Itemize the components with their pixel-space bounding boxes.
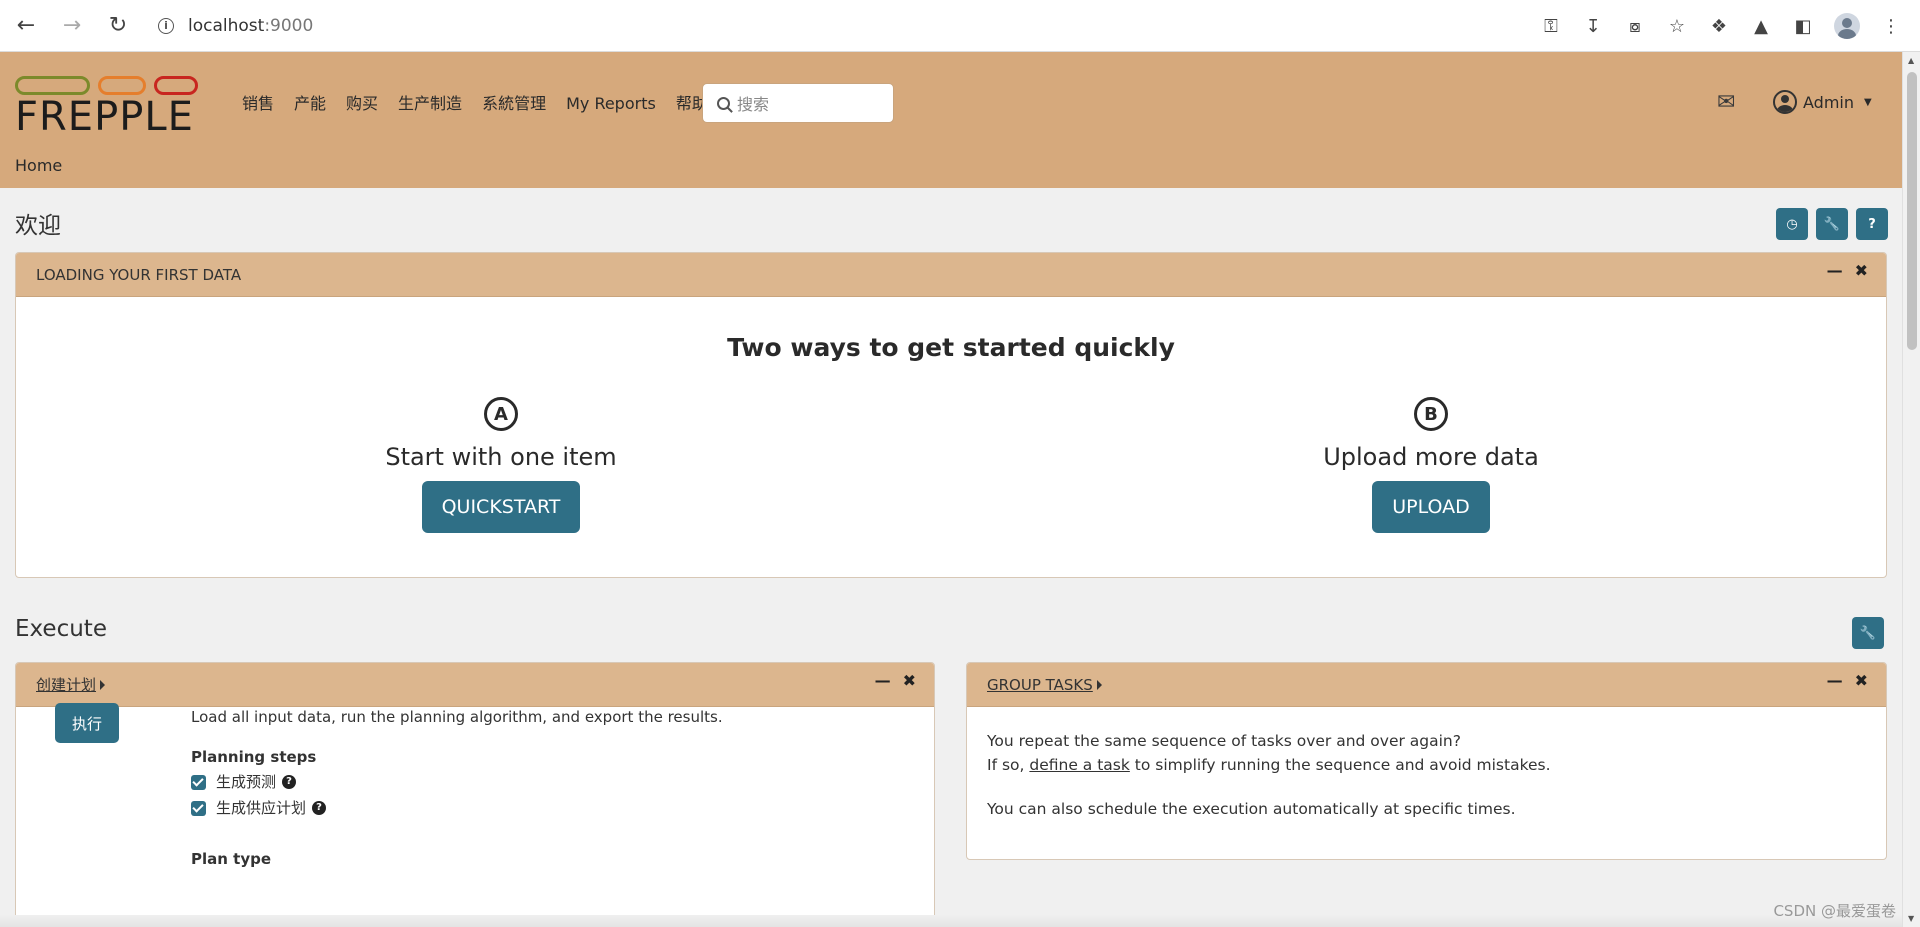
bottom-shadow bbox=[0, 915, 1902, 927]
loading-data-panel: LOADING YOUR FIRST DATA — ✖ Two ways to … bbox=[15, 252, 1887, 578]
quickstart-button[interactable]: QUICKSTART bbox=[421, 481, 581, 533]
letter-b-circle-icon: B bbox=[1414, 397, 1448, 431]
group-tasks-text: You repeat the same sequence of tasks ov… bbox=[987, 729, 1551, 821]
step-supply-label: 生成供应计划 bbox=[216, 799, 307, 817]
execute-toolbar: 🔧 bbox=[1852, 617, 1884, 649]
menu-capacity[interactable]: 产能 bbox=[284, 90, 336, 118]
url-host: localhost bbox=[188, 15, 265, 36]
clock-icon[interactable]: ◷ bbox=[1776, 208, 1808, 240]
chevron-down-icon: ▼ bbox=[1864, 96, 1872, 108]
panel-header: LOADING YOUR FIRST DATA — ✖ bbox=[16, 253, 1886, 297]
main-menu: 销售 产能 购买 生产制造 系統管理 My Reports 帮助 bbox=[232, 90, 718, 118]
search-input[interactable]: 搜索 bbox=[702, 83, 894, 123]
step-forecast[interactable]: 生成预测 ? bbox=[191, 769, 723, 795]
watermark: CSDN @最爱蛋卷 bbox=[1773, 902, 1896, 920]
logo-text: FREPPLE bbox=[15, 94, 194, 140]
option-b: B Upload more data UPLOAD bbox=[1231, 397, 1631, 533]
back-arrow-icon[interactable]: ← bbox=[6, 6, 46, 46]
page-scrollbar[interactable]: ▲ ▼ bbox=[1902, 52, 1920, 927]
forward-arrow-icon[interactable]: → bbox=[52, 6, 92, 46]
create-plan-link[interactable]: 创建计划 bbox=[36, 674, 96, 695]
letter-a-circle-icon: A bbox=[484, 397, 518, 431]
inbox-envelope-icon[interactable]: ✉ bbox=[1717, 90, 1743, 116]
step-supply-plan[interactable]: 生成供应计划 ? bbox=[191, 795, 723, 821]
menu-admin[interactable]: 系統管理 bbox=[472, 90, 556, 118]
extensions-puzzle-icon[interactable]: ❖ bbox=[1708, 15, 1730, 37]
plan-description-block: Load all input data, run the planning al… bbox=[191, 705, 723, 871]
caret-right-icon bbox=[100, 679, 106, 690]
search-icon bbox=[717, 96, 730, 110]
execute-heading: Execute bbox=[15, 616, 107, 642]
panel-header: GROUP TASKS — ✖ bbox=[967, 663, 1886, 707]
group-line-2-pre: If so, bbox=[987, 756, 1030, 774]
get-started-headline: Two ways to get started quickly bbox=[727, 333, 1175, 362]
search-placeholder: 搜索 bbox=[737, 95, 770, 114]
user-menu[interactable]: Admin ▼ bbox=[1773, 90, 1872, 114]
profile-avatar-icon[interactable] bbox=[1834, 13, 1860, 39]
labs-flask-icon[interactable]: ▲ bbox=[1750, 15, 1772, 37]
create-plan-panel: 创建计划 — ✖ 执行 Load all input data, run the… bbox=[15, 662, 935, 927]
help-question-icon[interactable]: ? bbox=[312, 801, 327, 815]
upload-button[interactable]: UPLOAD bbox=[1372, 481, 1490, 533]
plan-type-label: Plan type bbox=[191, 850, 272, 868]
reload-icon[interactable]: ↻ bbox=[98, 6, 138, 46]
user-name: Admin bbox=[1803, 92, 1854, 112]
side-panel-icon[interactable]: ◧ bbox=[1792, 15, 1814, 37]
caret-right-icon bbox=[1096, 679, 1102, 690]
scroll-up-icon[interactable]: ▲ bbox=[1908, 56, 1914, 65]
welcome-heading: 欢迎 bbox=[15, 213, 61, 239]
minimize-icon[interactable]: — bbox=[1827, 261, 1843, 280]
panel-header: 创建计划 — ✖ bbox=[16, 663, 934, 707]
browser-menu-icon[interactable]: ⋮ bbox=[1880, 15, 1902, 37]
install-icon[interactable]: ↧ bbox=[1582, 15, 1604, 37]
define-task-link[interactable]: define a task bbox=[1029, 756, 1129, 774]
group-line-3: You can also schedule the execution auto… bbox=[987, 800, 1516, 818]
group-line-2: If so, define a task to simplify running… bbox=[987, 753, 1551, 777]
minimize-icon[interactable]: — bbox=[875, 671, 891, 690]
scrollbar-thumb[interactable] bbox=[1907, 72, 1917, 350]
menu-my-reports[interactable]: My Reports bbox=[556, 90, 666, 118]
menu-purchasing[interactable]: 购买 bbox=[336, 90, 388, 118]
checkbox-checked[interactable] bbox=[191, 774, 206, 790]
address-bar[interactable]: i localhost:9000 bbox=[158, 16, 313, 36]
breadcrumb[interactable]: Home bbox=[15, 156, 62, 175]
close-icon[interactable]: ✖ bbox=[903, 671, 916, 690]
plan-description: Load all input data, run the planning al… bbox=[191, 708, 723, 726]
help-question-icon[interactable]: ? bbox=[282, 775, 297, 789]
frepple-logo[interactable]: FREPPLE bbox=[15, 76, 201, 140]
option-a-title: Start with one item bbox=[385, 443, 617, 471]
site-info-icon[interactable]: i bbox=[158, 17, 174, 34]
help-question-icon[interactable]: ? bbox=[1856, 208, 1888, 240]
checkbox-checked[interactable] bbox=[191, 800, 206, 816]
browser-toolbar: ← → ↻ i localhost:9000 ⚿ ↧ ⧇ ☆ ❖ ▲ ◧ ⋮ bbox=[0, 0, 1920, 52]
menu-sales[interactable]: 销售 bbox=[232, 90, 284, 118]
app-header: FREPPLE 销售 产能 购买 生产制造 系統管理 My Reports 帮助… bbox=[0, 52, 1902, 188]
step-forecast-label: 生成预测 bbox=[216, 773, 277, 791]
scroll-down-icon[interactable]: ▼ bbox=[1908, 914, 1914, 923]
wrench-icon[interactable]: 🔧 bbox=[1816, 208, 1848, 240]
minimize-icon[interactable]: — bbox=[1827, 671, 1843, 690]
planning-steps-label: Planning steps bbox=[191, 748, 317, 766]
option-b-title: Upload more data bbox=[1323, 443, 1539, 471]
welcome-toolbar: ◷ 🔧 ? bbox=[1776, 208, 1888, 240]
key-icon[interactable]: ⚿ bbox=[1540, 15, 1562, 37]
url-port: :9000 bbox=[264, 15, 314, 36]
user-circle-icon bbox=[1773, 90, 1797, 114]
close-icon[interactable]: ✖ bbox=[1855, 261, 1868, 280]
group-line-1: You repeat the same sequence of tasks ov… bbox=[987, 732, 1461, 750]
option-a: A Start with one item QUICKSTART bbox=[301, 397, 701, 533]
run-plan-button[interactable]: 执行 bbox=[55, 703, 119, 743]
bookmark-star-icon[interactable]: ☆ bbox=[1666, 15, 1688, 37]
menu-manufacturing[interactable]: 生产制造 bbox=[388, 90, 472, 118]
panel-title: LOADING YOUR FIRST DATA bbox=[36, 265, 242, 284]
wrench-icon[interactable]: 🔧 bbox=[1852, 617, 1884, 649]
logo-pill-orange bbox=[98, 76, 146, 95]
logo-pill-red bbox=[154, 76, 198, 95]
logo-pill-green bbox=[15, 76, 90, 95]
group-tasks-link[interactable]: GROUP TASKS bbox=[987, 676, 1093, 694]
group-line-2-post: to simplify running the sequence and avo… bbox=[1129, 756, 1551, 774]
share-icon[interactable]: ⧇ bbox=[1624, 15, 1646, 37]
group-tasks-panel: GROUP TASKS — ✖ You repeat the same sequ… bbox=[966, 662, 1887, 860]
close-icon[interactable]: ✖ bbox=[1855, 671, 1868, 690]
